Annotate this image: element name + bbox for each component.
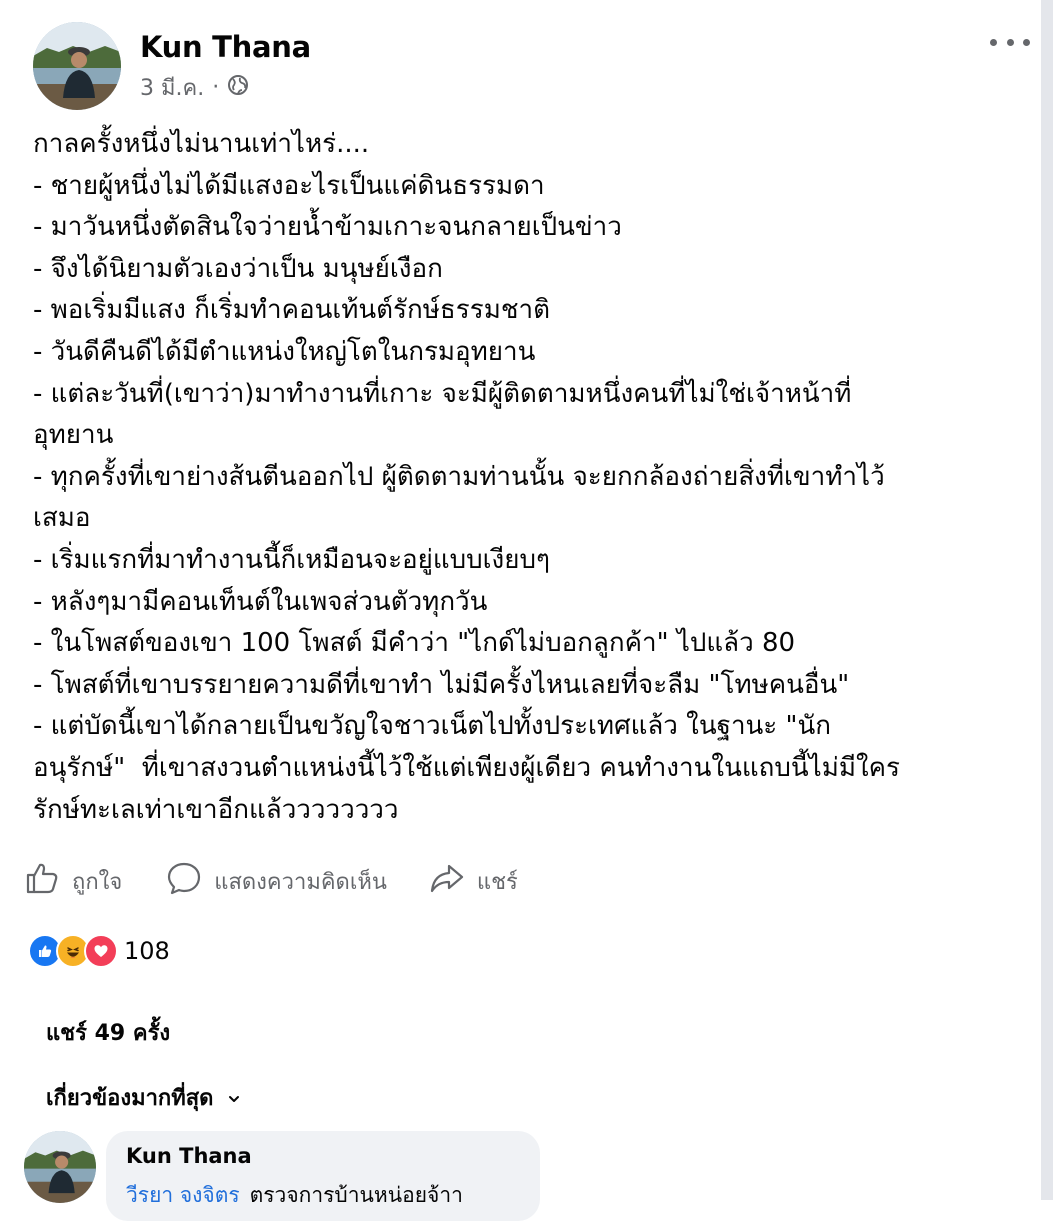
- like-button[interactable]: ถูกใจ: [24, 860, 122, 902]
- page-scroll-edge: [1041, 0, 1053, 1200]
- post-meta: 3 มี.ค. ·: [140, 70, 249, 105]
- comment-label: แสดงความคิดเห็น: [214, 869, 387, 895]
- post-line: - จึงได้นิยามตัวเองว่าเป็น มนุษย์เงือก: [33, 253, 443, 284]
- comment-sort-dropdown[interactable]: เกี่ยวข้องมากที่สุด: [46, 1080, 241, 1115]
- chevron-down-icon: [227, 1085, 241, 1110]
- meta-separator: ·: [212, 75, 220, 100]
- post-line: - พอเริ่มมีแสง ก็เริ่มทำคอนเท้นต์รักษ์ธร…: [33, 295, 550, 326]
- post-line: - หลังๆมามีคอนเท็นต์ในเพจส่วนตัวทุกวัน: [33, 586, 488, 617]
- comment-button[interactable]: แสดงความคิดเห็น: [166, 860, 387, 902]
- post-line: - มาวันหนึ่งตัดสินใจว่ายน้ำข้ามเกาะจนกลา…: [33, 212, 622, 243]
- commenter-avatar[interactable]: [24, 1131, 96, 1203]
- comment-author[interactable]: Kun Thana: [126, 1144, 252, 1168]
- comment-mention-link[interactable]: วีรยา จงจิตร: [126, 1183, 240, 1207]
- post-line: - แต่บัดนี้เขาได้กลายเป็นขวัญใจชาวเน็ตไป…: [33, 711, 832, 742]
- share-label: แชร์: [476, 869, 518, 895]
- post-line: - ทุกครั้งที่เขาย่างส้นตีนออกไป ผู้ติดตา…: [33, 461, 885, 492]
- share-arrow-icon: [429, 860, 465, 902]
- post-body: กาลครั้งหนึ่งไม่นานเท่าไหร่.... - ชายผู้…: [33, 124, 1023, 831]
- author-avatar[interactable]: [33, 22, 121, 110]
- more-options-icon[interactable]: [990, 36, 1030, 48]
- comment-text: วีรยา จงจิตร ตรวจการบ้านหน่อยจ้าา: [126, 1179, 463, 1212]
- post-line: อุทยาน: [33, 420, 114, 451]
- reactions-summary[interactable]: 108: [28, 934, 170, 968]
- post-line: อนุรักษ์" ที่เขาสงวนตำแหน่งนี้ไว้ใช้แต่เ…: [33, 752, 901, 783]
- shares-count[interactable]: แชร์ 49 ครั้ง: [46, 1015, 170, 1050]
- author-name[interactable]: Kun Thana: [140, 30, 311, 64]
- post-line: รักษ์ทะเลเท่าเขาอีกแล้วววววววว: [33, 794, 399, 825]
- post-card: Kun Thana 3 มี.ค. · กาลครั้งหนึ่งไม่นานเ…: [0, 0, 1041, 1221]
- post-line: - ในโพสต์ของเขา 100 โพสต์ มีคำว่า "ไกด์ไ…: [33, 628, 796, 659]
- share-button[interactable]: แชร์: [429, 860, 518, 902]
- post-line: - วันดีคืนดีได้มีตำแหน่งใหญ่โตในกรมอุทยา…: [33, 336, 536, 367]
- globe-icon: [227, 74, 249, 102]
- like-label: ถูกใจ: [72, 869, 123, 895]
- comment-body: ตรวจการบ้านหน่อยจ้าา: [249, 1183, 463, 1207]
- reactions-count: 108: [124, 937, 170, 965]
- post-line: - แต่ละวันที่(เขาว่า)มาทำงานที่เกาะ จะมี…: [33, 378, 852, 409]
- post-line: - ชายผู้หนึ่งไม่ได้มีแสงอะไรเป็นแค่ดินธร…: [33, 170, 545, 201]
- post-line: เสมอ: [33, 503, 91, 534]
- post-line: กาลครั้งหนึ่งไม่นานเท่าไหร่....: [33, 129, 370, 159]
- post-line: - เริ่มแรกที่มาทำงานนี้ก็เหมือนจะอยู่แบบ…: [33, 544, 550, 575]
- post-line: - โพสต์ที่เขาบรรยายความดีที่เขาทำ ไม่มีค…: [33, 669, 850, 700]
- comment-bubble: Kun Thana วีรยา จงจิตร ตรวจการบ้านหน่อยจ้…: [106, 1131, 540, 1221]
- post-actions: ถูกใจ แสดงความคิดเห็น แชร์: [24, 858, 518, 904]
- sort-label: เกี่ยวข้องมากที่สุด: [46, 1086, 214, 1111]
- comment-bubble-icon: [166, 860, 202, 902]
- post-date[interactable]: 3 มี.ค.: [140, 70, 204, 105]
- thumbs-up-icon: [24, 860, 60, 902]
- love-reaction-icon: [84, 934, 118, 968]
